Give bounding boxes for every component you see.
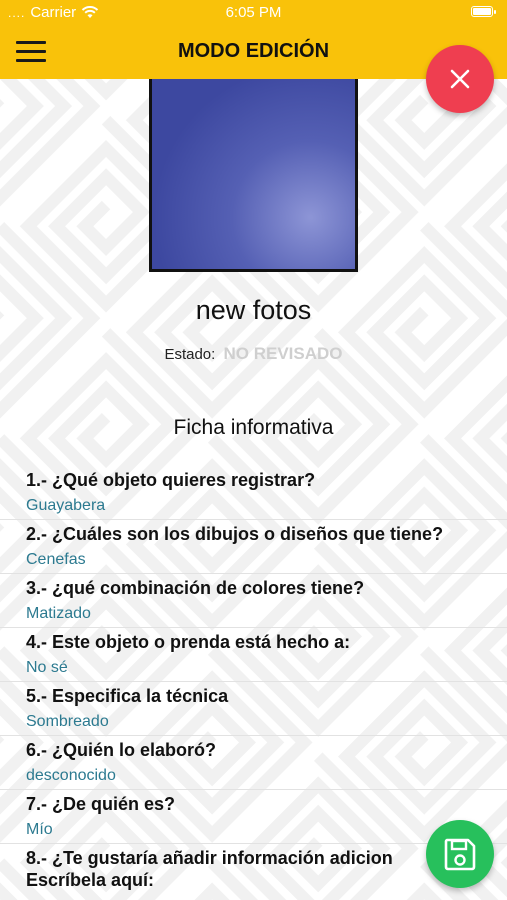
list-item[interactable]: 2.- ¿Cuáles son los dibujos o diseños qu… xyxy=(0,520,507,574)
item-photo[interactable] xyxy=(149,60,358,272)
section-title: Ficha informativa xyxy=(173,416,334,439)
list-item[interactable]: 3.- ¿qué combinación de colores tiene? M… xyxy=(0,574,507,628)
close-icon xyxy=(450,69,470,89)
item-name: new fotos xyxy=(195,295,312,325)
save-button[interactable] xyxy=(426,820,494,888)
answer-value: Sombreado xyxy=(26,713,109,730)
question-label: 1.- ¿Qué objeto quieres registrar? xyxy=(26,470,316,490)
list-item[interactable]: 1.- ¿Qué objeto quieres registrar? Guaya… xyxy=(0,466,507,520)
estado-value: NO REVISADO xyxy=(223,344,343,363)
answer-value: No sé xyxy=(26,659,68,676)
list-item[interactable]: 4.- Este objeto o prenda está hecho a: N… xyxy=(0,628,507,682)
answer-value: Guayabera xyxy=(26,497,106,514)
answer-value: desconocido xyxy=(26,767,116,784)
question-label: 2.- ¿Cuáles son los dibujos o diseños qu… xyxy=(26,524,444,544)
estado-label: Estado: xyxy=(164,346,216,363)
question-label: 6.- ¿Quién lo elaboró? xyxy=(26,740,217,760)
question-label: 7.- ¿De quién es? xyxy=(26,794,176,814)
floppy-disk-icon xyxy=(444,838,476,871)
estado-row: Estado: NO REVISADO xyxy=(0,344,507,364)
question-input-prompt[interactable]: Escríbela aquí: xyxy=(26,870,154,891)
status-bar: .... Carrier 6:05 PM xyxy=(0,0,507,26)
question-label: 4.- Este objeto o prenda está hecho a: xyxy=(26,632,351,652)
answer-value: Matizado xyxy=(26,605,91,622)
list-item[interactable]: 6.- ¿Quién lo elaboró? desconocido xyxy=(0,736,507,790)
question-label: 8.- ¿Te gustaría añadir información adic… xyxy=(26,848,393,868)
question-label: 5.- Especifica la técnica xyxy=(26,686,229,706)
status-time: 6:05 PM xyxy=(225,4,282,21)
list-item[interactable]: 5.- Especifica la técnica Sombreado xyxy=(0,682,507,736)
question-label: 3.- ¿qué combinación de colores tiene? xyxy=(26,578,365,598)
close-button[interactable] xyxy=(426,45,494,113)
battery-icon xyxy=(471,6,496,17)
answer-value: Cenefas xyxy=(26,551,86,568)
answer-value: Mío xyxy=(26,821,53,838)
